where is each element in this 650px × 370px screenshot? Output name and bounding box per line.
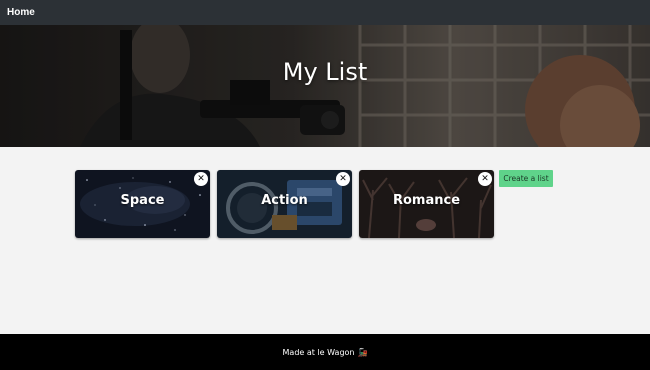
nav-home-link[interactable]: Home — [7, 7, 35, 18]
hero-banner: My List — [0, 25, 650, 147]
page-footer: Made at le Wagon 🚂 — [0, 334, 650, 370]
close-icon: ✕ — [339, 173, 347, 184]
list-card-action[interactable]: Action ✕ — [217, 170, 352, 238]
close-icon: ✕ — [481, 173, 489, 184]
list-card-label: Romance — [392, 193, 461, 208]
delete-list-button[interactable]: ✕ — [478, 172, 492, 186]
train-icon: 🚂 — [357, 347, 368, 357]
list-card-label: Action — [261, 193, 308, 208]
hero-background-image — [0, 25, 650, 147]
close-icon: ✕ — [197, 173, 205, 184]
create-list-button[interactable]: Create a list — [499, 170, 553, 187]
delete-list-button[interactable]: ✕ — [194, 172, 208, 186]
page-title: My List — [282, 58, 368, 86]
list-card-romance[interactable]: Romance ✕ — [359, 170, 494, 238]
top-navbar: Home — [0, 0, 650, 25]
footer-text: Made at le Wagon — [282, 347, 355, 357]
list-card-space[interactable]: Space ✕ — [75, 170, 210, 238]
list-card-label: Space — [120, 193, 165, 208]
delete-list-button[interactable]: ✕ — [336, 172, 350, 186]
